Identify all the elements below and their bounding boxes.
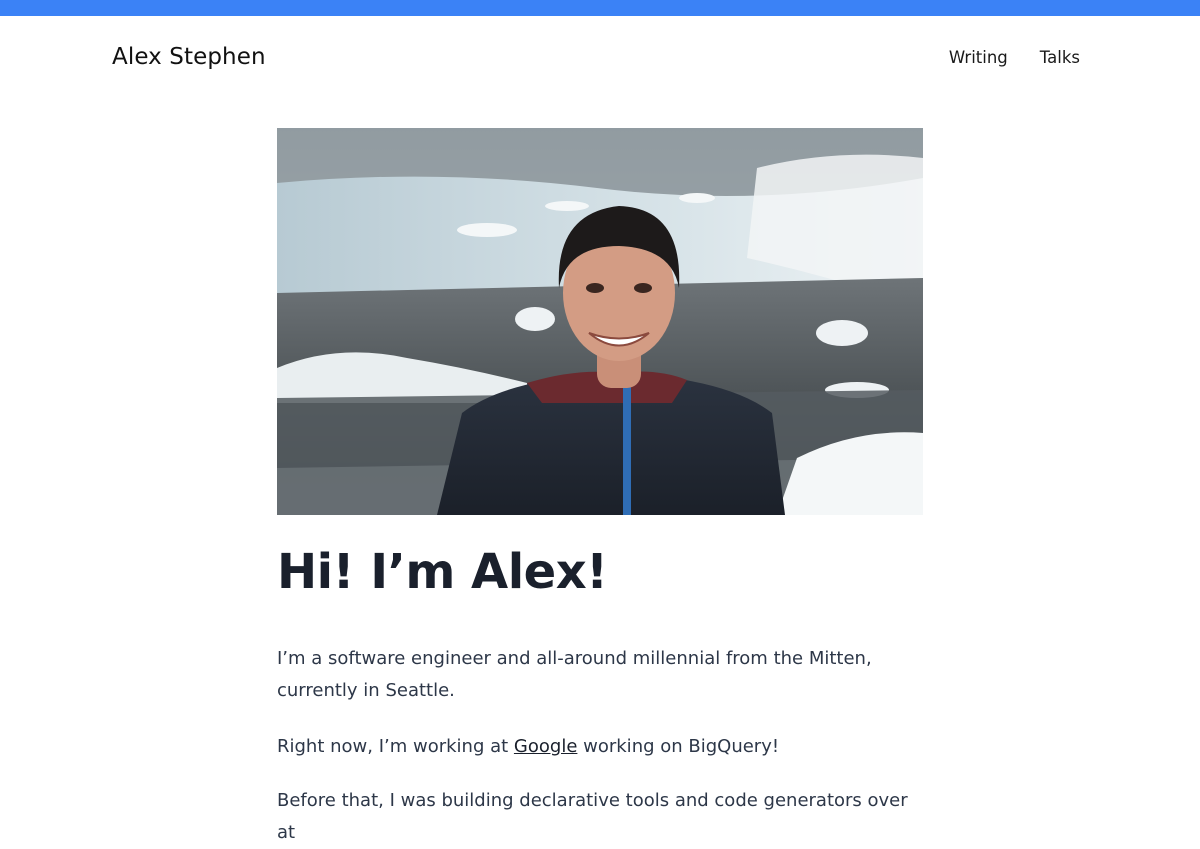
main-nav: Writing Talks: [949, 48, 1080, 67]
hero-photo-illustration: [277, 128, 923, 515]
nav-link-talks[interactable]: Talks: [1040, 48, 1080, 67]
hero-photo: [277, 128, 923, 515]
main-content: Hi! I’m Alex! I’m a software engineer an…: [277, 540, 923, 849]
current-work-paragraph: Right now, I’m working at Google working…: [277, 731, 923, 763]
site-header: Alex Stephen Writing Talks: [112, 38, 1080, 76]
intro-paragraph: I’m a software engineer and all-around m…: [277, 648, 872, 701]
top-accent-bar: [0, 0, 1200, 16]
nav-link-writing[interactable]: Writing: [949, 48, 1008, 67]
page-heading: Hi! I’m Alex!: [277, 544, 608, 600]
current-work-text-before: Right now, I’m working at: [277, 736, 514, 757]
previous-work-paragraph: Before that, I was building declarative …: [277, 790, 908, 843]
site-title-link[interactable]: Alex Stephen: [112, 44, 266, 70]
current-work-text-after: working on BigQuery!: [577, 736, 780, 757]
google-link[interactable]: Google: [514, 736, 577, 757]
